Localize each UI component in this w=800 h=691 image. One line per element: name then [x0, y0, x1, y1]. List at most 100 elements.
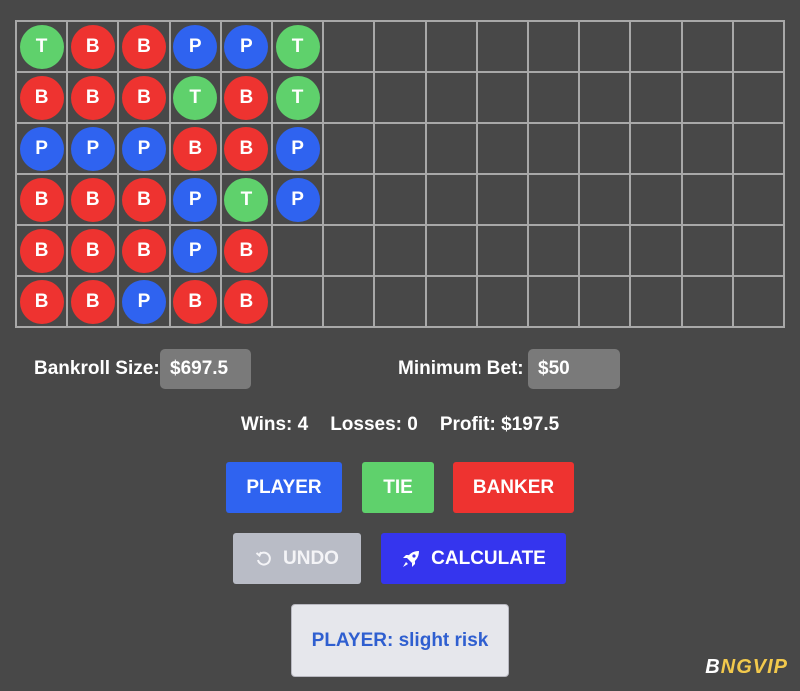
losses-count: Losses: 0	[330, 414, 418, 435]
calculate-button[interactable]: CALCULATE	[381, 533, 566, 584]
banker-button[interactable]: BANKER	[453, 462, 574, 513]
banker-bead: B	[70, 24, 115, 69]
result-display: PLAYER: slight risk	[291, 604, 509, 677]
banker-bead: B	[19, 177, 64, 222]
watermark-logo: BNGVIP	[705, 656, 788, 678]
road-cell	[425, 225, 477, 276]
road-cell	[425, 21, 477, 72]
tie-bead: T	[275, 75, 320, 120]
road-cell	[732, 276, 784, 327]
road-cell	[528, 174, 580, 225]
road-cell	[630, 174, 682, 225]
player-bead: P	[19, 126, 64, 171]
tie-button-label: TIE	[383, 476, 413, 498]
road-cell	[528, 123, 580, 174]
banker-bead: B	[173, 126, 218, 171]
road-cell	[528, 72, 580, 123]
road-cell	[579, 225, 631, 276]
road-cell	[374, 21, 426, 72]
rocket-icon	[401, 549, 421, 569]
road-cell: P	[272, 123, 324, 174]
road-cell	[323, 174, 375, 225]
road-cell: B	[220, 72, 272, 123]
banker-bead: B	[121, 24, 166, 69]
road-cell	[681, 21, 733, 72]
road-cell: B	[220, 123, 272, 174]
player-bead: P	[70, 126, 115, 171]
road-cell: B	[220, 225, 272, 276]
min-bet-input[interactable]: $50	[528, 349, 620, 389]
road-cell	[272, 225, 324, 276]
road-cell	[528, 21, 580, 72]
road-cell: B	[67, 174, 119, 225]
road-cell: B	[67, 21, 119, 72]
road-cell: B	[169, 123, 221, 174]
road-cell	[323, 276, 375, 327]
road-cell	[374, 174, 426, 225]
road-cell: P	[220, 21, 272, 72]
player-bead: P	[121, 279, 166, 324]
road-cell: B	[16, 72, 68, 123]
road-cell: B	[118, 72, 170, 123]
road-cell	[732, 21, 784, 72]
road-cell: P	[169, 225, 221, 276]
tie-bead: T	[224, 177, 269, 222]
stats-bar: Wins: 4 Losses: 0 Profit: $197.5	[0, 414, 800, 436]
road-cell	[528, 276, 580, 327]
banker-bead: B	[19, 279, 64, 324]
bead-road-grid: TBBPPTBBBTBTPPPBBPBBBPTPBBBPBBBPBB	[15, 20, 785, 328]
road-cell	[323, 72, 375, 123]
banker-bead: B	[224, 228, 269, 273]
undo-icon	[255, 550, 273, 568]
road-cell	[630, 225, 682, 276]
undo-button[interactable]: UNDO	[233, 533, 361, 584]
banker-bead: B	[70, 75, 115, 120]
banker-bead: B	[70, 177, 115, 222]
road-cell: B	[118, 225, 170, 276]
banker-bead: B	[19, 75, 64, 120]
road-cell: P	[272, 174, 324, 225]
player-bead: P	[275, 126, 320, 171]
calculate-button-label: CALCULATE	[431, 547, 546, 569]
road-cell	[476, 21, 528, 72]
road-cell	[476, 123, 528, 174]
road-cell	[681, 276, 733, 327]
road-cell: T	[272, 21, 324, 72]
player-button-label: PLAYER	[246, 476, 322, 498]
road-cell: T	[169, 72, 221, 123]
tie-bead: T	[19, 24, 64, 69]
road-cell	[476, 276, 528, 327]
road-cell: P	[169, 21, 221, 72]
road-cell	[732, 174, 784, 225]
road-cell: P	[16, 123, 68, 174]
road-cell: B	[169, 276, 221, 327]
road-cell	[476, 225, 528, 276]
banker-bead: B	[19, 228, 64, 273]
tie-button[interactable]: TIE	[362, 462, 434, 513]
player-button[interactable]: PLAYER	[226, 462, 342, 513]
bankroll-input[interactable]: $697.5	[160, 349, 251, 389]
road-cell	[630, 276, 682, 327]
road-cell	[579, 123, 631, 174]
bankroll-label: Bankroll Size:	[34, 358, 160, 379]
banker-bead: B	[121, 75, 166, 120]
road-cell	[681, 225, 733, 276]
min-bet-label: Minimum Bet:	[398, 358, 524, 379]
road-cell	[425, 123, 477, 174]
road-cell: P	[118, 123, 170, 174]
banker-button-label: BANKER	[472, 476, 555, 498]
road-cell	[630, 21, 682, 72]
banker-bead: B	[70, 279, 115, 324]
undo-button-label: UNDO	[283, 547, 339, 569]
road-cell: B	[118, 174, 170, 225]
road-cell: B	[118, 21, 170, 72]
road-cell	[579, 276, 631, 327]
road-cell	[425, 174, 477, 225]
banker-bead: B	[224, 279, 269, 324]
road-cell: B	[16, 276, 68, 327]
player-bead: P	[275, 177, 320, 222]
player-bead: P	[224, 24, 269, 69]
road-cell: P	[169, 174, 221, 225]
banker-bead: B	[121, 177, 166, 222]
player-bead: P	[173, 24, 218, 69]
